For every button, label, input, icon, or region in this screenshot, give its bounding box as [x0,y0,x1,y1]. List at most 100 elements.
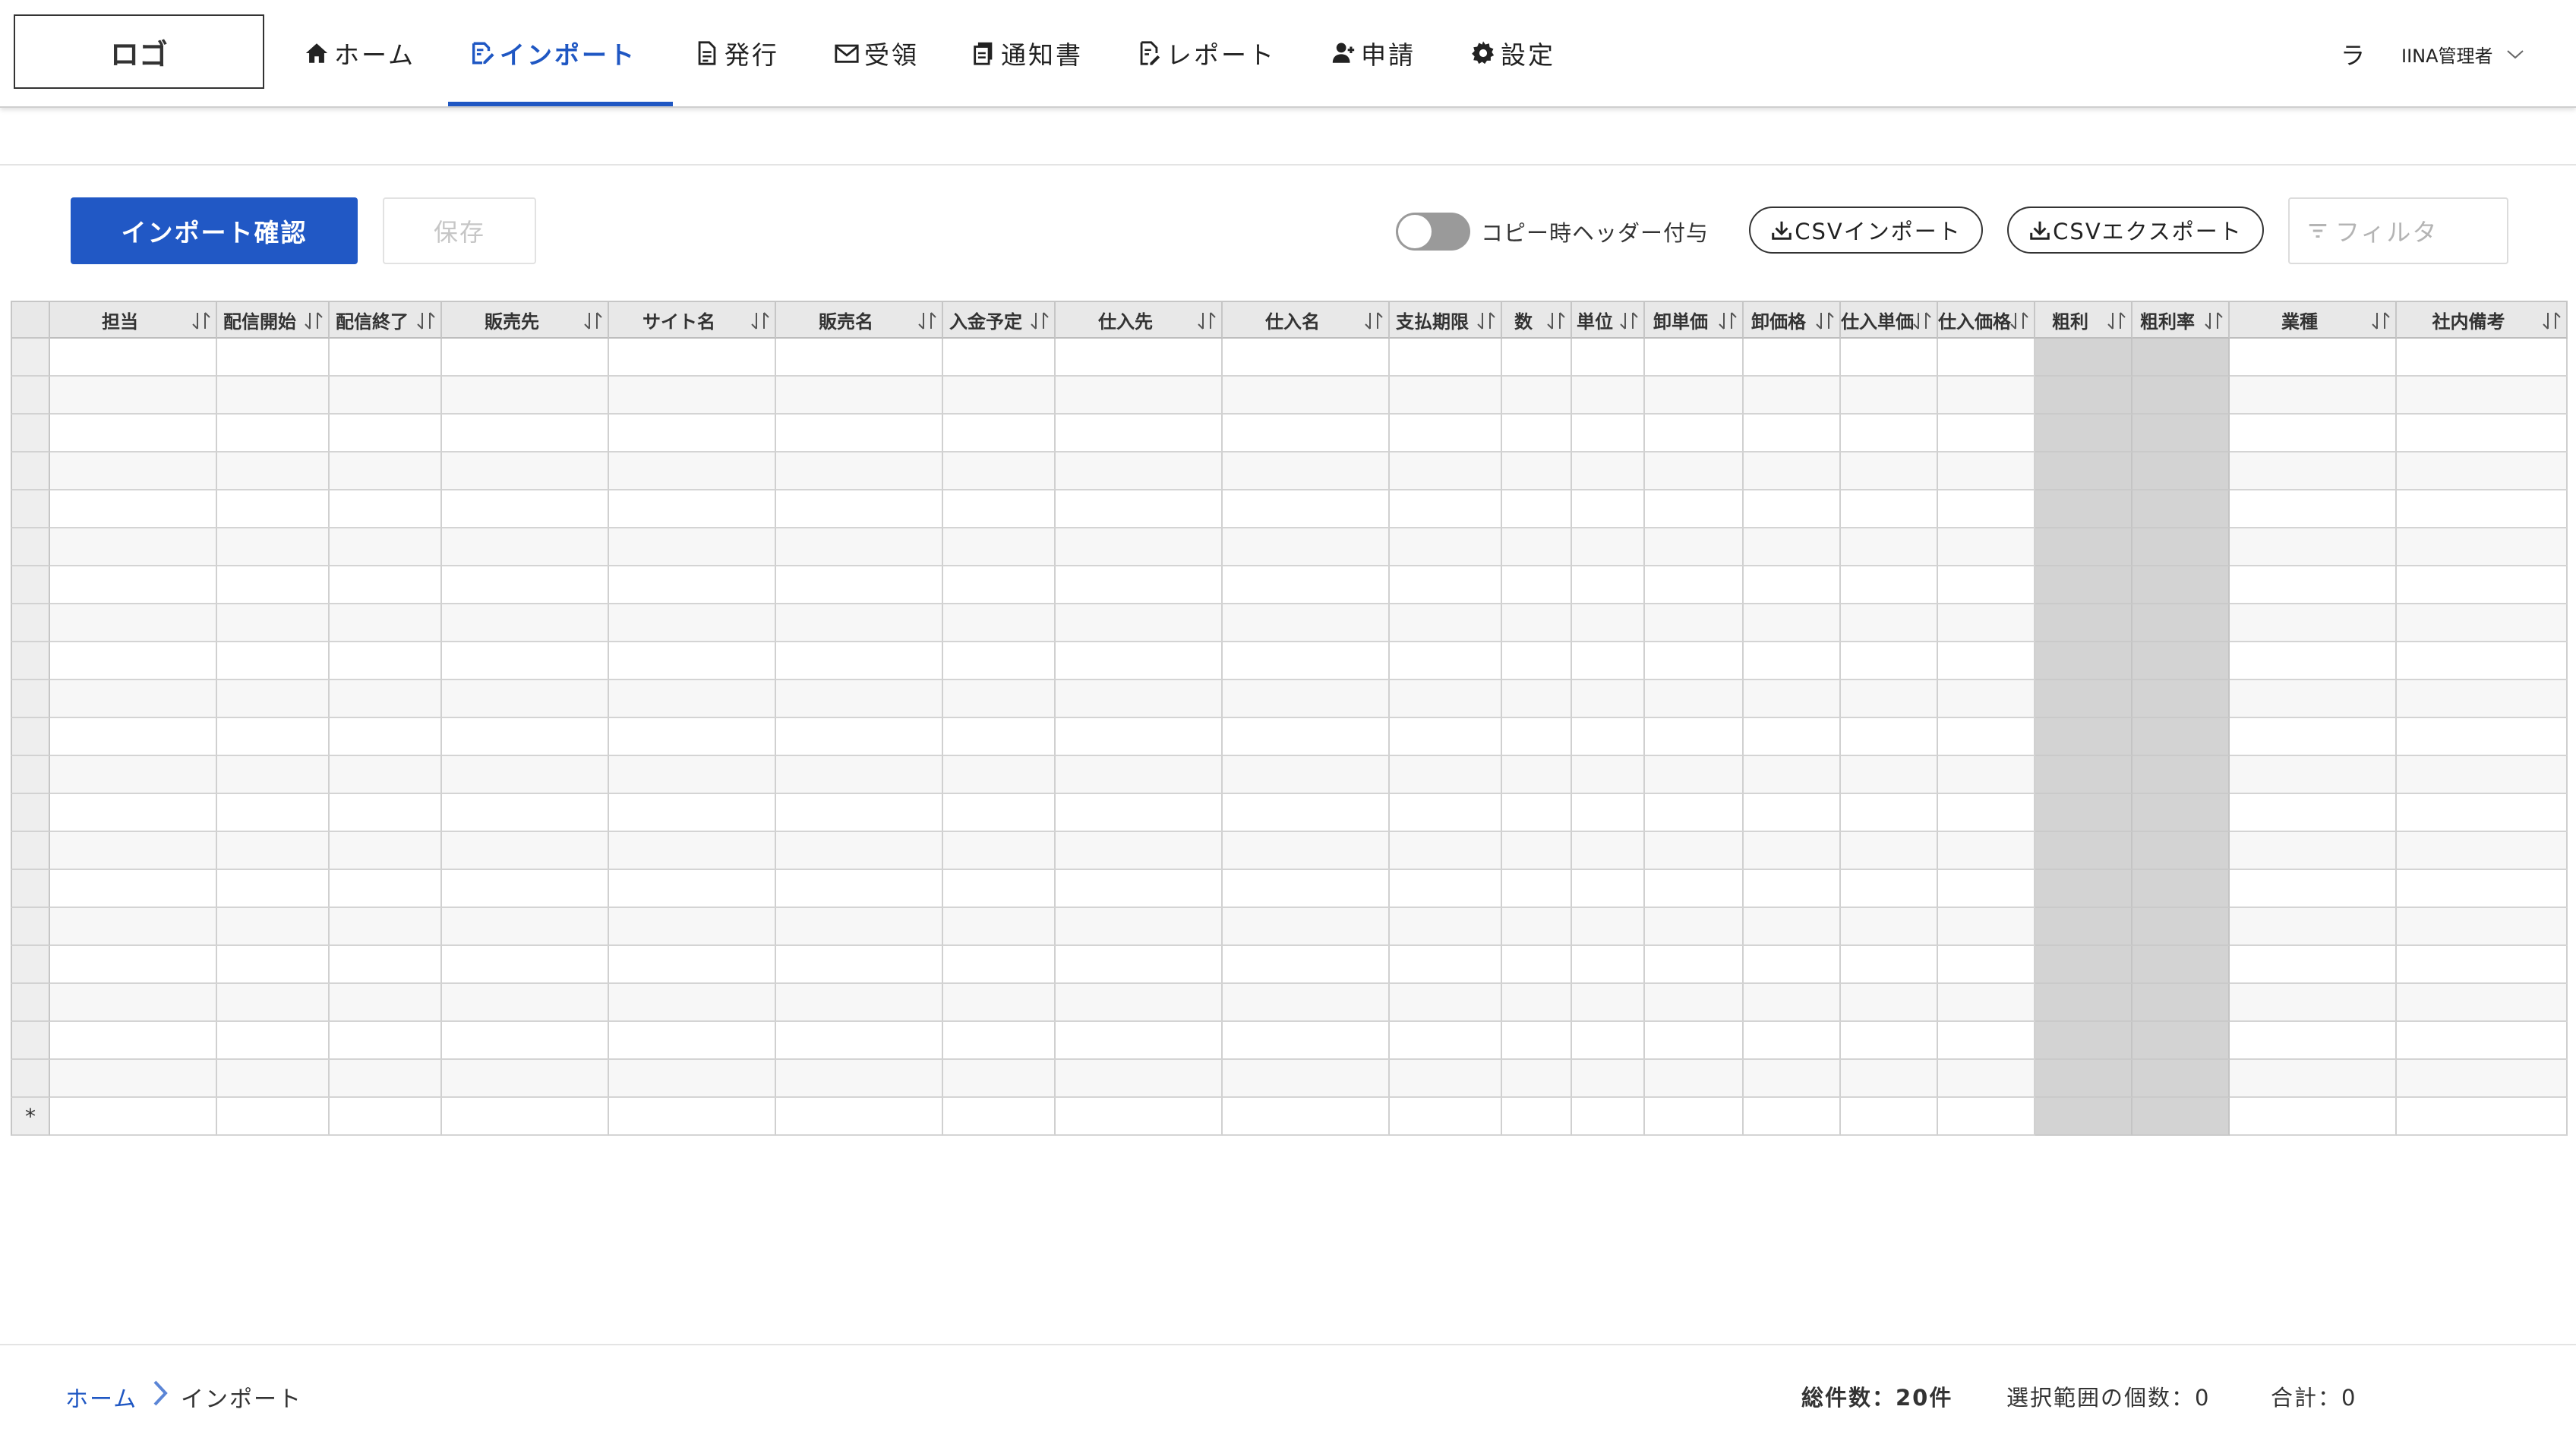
grid-cell[interactable] [50,680,217,718]
grid-cell[interactable] [776,756,943,794]
column-header[interactable]: 社内備考 [2397,301,2568,339]
grid-cell[interactable] [1056,377,1223,415]
grid-cell[interactable] [1841,528,1938,566]
sort-icon[interactable] [2540,310,2563,333]
grid-cell[interactable] [1502,452,1572,490]
grid-cell[interactable] [1744,756,1841,794]
row-header[interactable] [11,718,50,756]
grid-cell[interactable] [217,1022,330,1060]
grid-cell[interactable] [943,377,1056,415]
grid-cell[interactable] [1056,718,1223,756]
grid-cell[interactable] [1645,832,1744,870]
grid-cell[interactable] [2397,908,2568,946]
grid-cell[interactable] [2035,490,2132,528]
row-header[interactable] [11,756,50,794]
row-header[interactable] [11,832,50,870]
grid-cell[interactable] [1502,566,1572,604]
grid-cell[interactable] [50,908,217,946]
grid-cell[interactable] [1841,642,1938,680]
grid-cell[interactable] [330,452,442,490]
grid-cell[interactable] [50,1098,217,1136]
grid-cell[interactable] [1223,680,1390,718]
grid-cell[interactable] [1223,1098,1390,1136]
grid-cell[interactable] [1390,908,1502,946]
grid-cell[interactable] [776,984,943,1022]
grid-cell[interactable] [1744,794,1841,832]
sort-icon[interactable] [190,310,213,333]
grid-cell[interactable] [2132,1022,2230,1060]
grid-cell[interactable] [1841,1022,1938,1060]
grid-cell[interactable] [609,718,776,756]
grid-cell[interactable] [1056,794,1223,832]
grid-cell[interactable] [330,377,442,415]
grid-cell[interactable] [776,870,943,908]
grid-cell[interactable] [1841,415,1938,452]
grid-cell[interactable] [1645,566,1744,604]
grid-cell[interactable] [2230,415,2397,452]
grid-cell[interactable] [330,604,442,642]
grid-cell[interactable] [1744,528,1841,566]
row-header[interactable] [11,415,50,452]
grid-cell[interactable] [1645,1022,1744,1060]
grid-cell[interactable] [50,946,217,984]
grid-cell[interactable] [1938,415,2035,452]
grid-cell[interactable] [1390,642,1502,680]
grid-cell[interactable] [2132,377,2230,415]
grid-cell[interactable] [1390,1098,1502,1136]
grid-cell[interactable] [1056,946,1223,984]
grid-cell[interactable] [50,984,217,1022]
grid-cell[interactable] [943,528,1056,566]
grid-cell[interactable] [217,756,330,794]
grid-cell[interactable] [1841,870,1938,908]
grid-cell[interactable] [442,794,609,832]
grid-cell[interactable] [1390,604,1502,642]
grid-cell[interactable] [217,528,330,566]
grid-cell[interactable] [1572,680,1645,718]
grid-cell[interactable] [1223,832,1390,870]
grid-cell[interactable] [1056,756,1223,794]
grid-cell[interactable] [2132,604,2230,642]
grid-cell[interactable] [217,452,330,490]
nav-issue[interactable]: 発行 [694,0,779,106]
grid-cell[interactable] [609,490,776,528]
grid-cell[interactable] [2035,756,2132,794]
csv-import-button[interactable]: CSVインポート [1749,207,1983,254]
grid-cell[interactable] [50,1022,217,1060]
grid-cell[interactable] [776,490,943,528]
grid-cell[interactable] [2230,1060,2397,1098]
grid-cell[interactable] [2132,756,2230,794]
grid-cell[interactable] [217,642,330,680]
grid-cell[interactable] [330,680,442,718]
grid-cell[interactable] [1390,946,1502,984]
grid-cell[interactable] [609,1098,776,1136]
grid-cell[interactable] [1938,756,2035,794]
grid-cell[interactable] [50,415,217,452]
grid-cell[interactable] [50,1060,217,1098]
grid-cell[interactable] [50,756,217,794]
grid-cell[interactable] [2397,756,2568,794]
grid-cell[interactable] [1744,946,1841,984]
grid-cell[interactable] [1938,680,2035,718]
grid-cell[interactable] [943,1098,1056,1136]
grid-cell[interactable] [1841,946,1938,984]
grid-cell[interactable] [1645,377,1744,415]
grid-cell[interactable] [943,870,1056,908]
grid-cell[interactable] [217,680,330,718]
grid-cell[interactable] [330,1098,442,1136]
grid-cell[interactable] [1744,490,1841,528]
column-header[interactable]: 業種 [2230,301,2397,339]
grid-cell[interactable] [943,1022,1056,1060]
grid-cell[interactable] [217,718,330,756]
nav-application[interactable]: 申請 [1331,0,1416,106]
grid-cell[interactable] [2397,946,2568,984]
grid-cell[interactable] [609,339,776,377]
grid-cell[interactable] [2397,339,2568,377]
grid-cell[interactable] [1056,1060,1223,1098]
grid-cell[interactable] [2230,1098,2397,1136]
sort-icon[interactable] [2369,310,2392,333]
grid-cell[interactable] [1841,490,1938,528]
grid-cell[interactable] [1572,528,1645,566]
grid-cell[interactable] [776,566,943,604]
grid-cell[interactable] [609,528,776,566]
grid-cell[interactable] [217,908,330,946]
